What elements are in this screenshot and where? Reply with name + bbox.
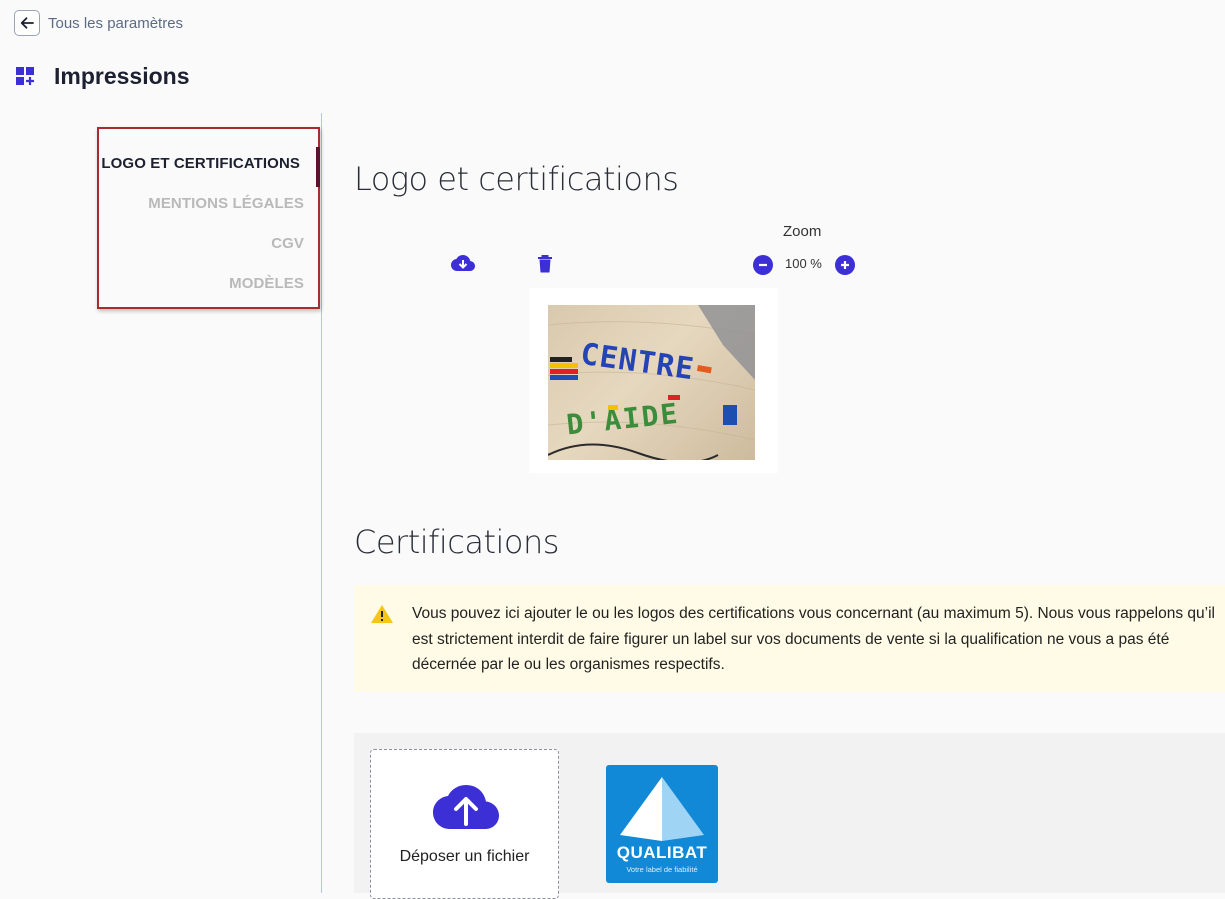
minus-icon <box>759 263 767 267</box>
vertical-divider <box>321 113 322 893</box>
settings-side-nav: LOGO ET CERTIFICATIONS MENTIONS LÉGALES … <box>97 127 320 309</box>
nav-item-modeles[interactable]: MODÈLES <box>229 275 304 292</box>
zoom-label: Zoom <box>783 223 822 240</box>
cloud-upload-icon <box>433 785 499 829</box>
certifications-title: Certifications <box>354 523 559 561</box>
warning-triangle-icon <box>371 605 393 623</box>
logo-section-title: Logo et certifications <box>354 160 679 198</box>
back-link[interactable]: Tous les paramètres <box>14 10 183 36</box>
dashboard-add-icon <box>16 66 34 85</box>
qualibat-certification-badge[interactable]: QUALIBAT Votre label de fiabilité <box>606 765 718 883</box>
zoom-out-button[interactable] <box>753 255 773 275</box>
warning-text: Vous pouvez ici ajouter le ou les logos … <box>412 605 1215 673</box>
svg-text:D'AIDE: D'AIDE <box>565 397 681 442</box>
qualibat-name: QUALIBAT <box>616 843 708 862</box>
lego-logo-graphic: CENTRE D'AIDE <box>548 305 755 460</box>
logo-image: CENTRE D'AIDE <box>548 305 755 460</box>
nav-item-logo-certifications[interactable]: LOGO ET CERTIFICATIONS <box>101 155 300 172</box>
active-indicator <box>316 147 320 187</box>
page-title: Impressions <box>54 63 190 89</box>
zoom-value: 100 % <box>785 256 822 271</box>
nav-item-cgv[interactable]: CGV <box>271 235 304 252</box>
drop-zone-label: Déposer un fichier <box>399 848 530 865</box>
file-drop-zone[interactable]: Déposer un fichier <box>370 749 559 899</box>
nav-item-mentions-legales[interactable]: MENTIONS LÉGALES <box>148 195 304 212</box>
back-button[interactable] <box>14 10 40 36</box>
qualibat-tagline: Votre label de fiabilité <box>626 865 698 874</box>
plus-icon <box>841 261 849 269</box>
page-header: Impressions <box>16 63 190 90</box>
svg-text:CENTRE: CENTRE <box>578 337 696 388</box>
arrow-left-icon <box>20 17 34 29</box>
zoom-in-button[interactable] <box>835 255 855 275</box>
certifications-list: Déposer un fichier QUALIBAT Votre label … <box>354 733 1225 899</box>
trash-icon[interactable] <box>537 254 553 274</box>
cloud-download-icon[interactable] <box>451 254 475 274</box>
back-label[interactable]: Tous les paramètres <box>48 15 183 32</box>
logo-preview: CENTRE D'AIDE <box>529 288 778 473</box>
warning-notice: Vous pouvez ici ajouter le ou les logos … <box>354 585 1225 692</box>
